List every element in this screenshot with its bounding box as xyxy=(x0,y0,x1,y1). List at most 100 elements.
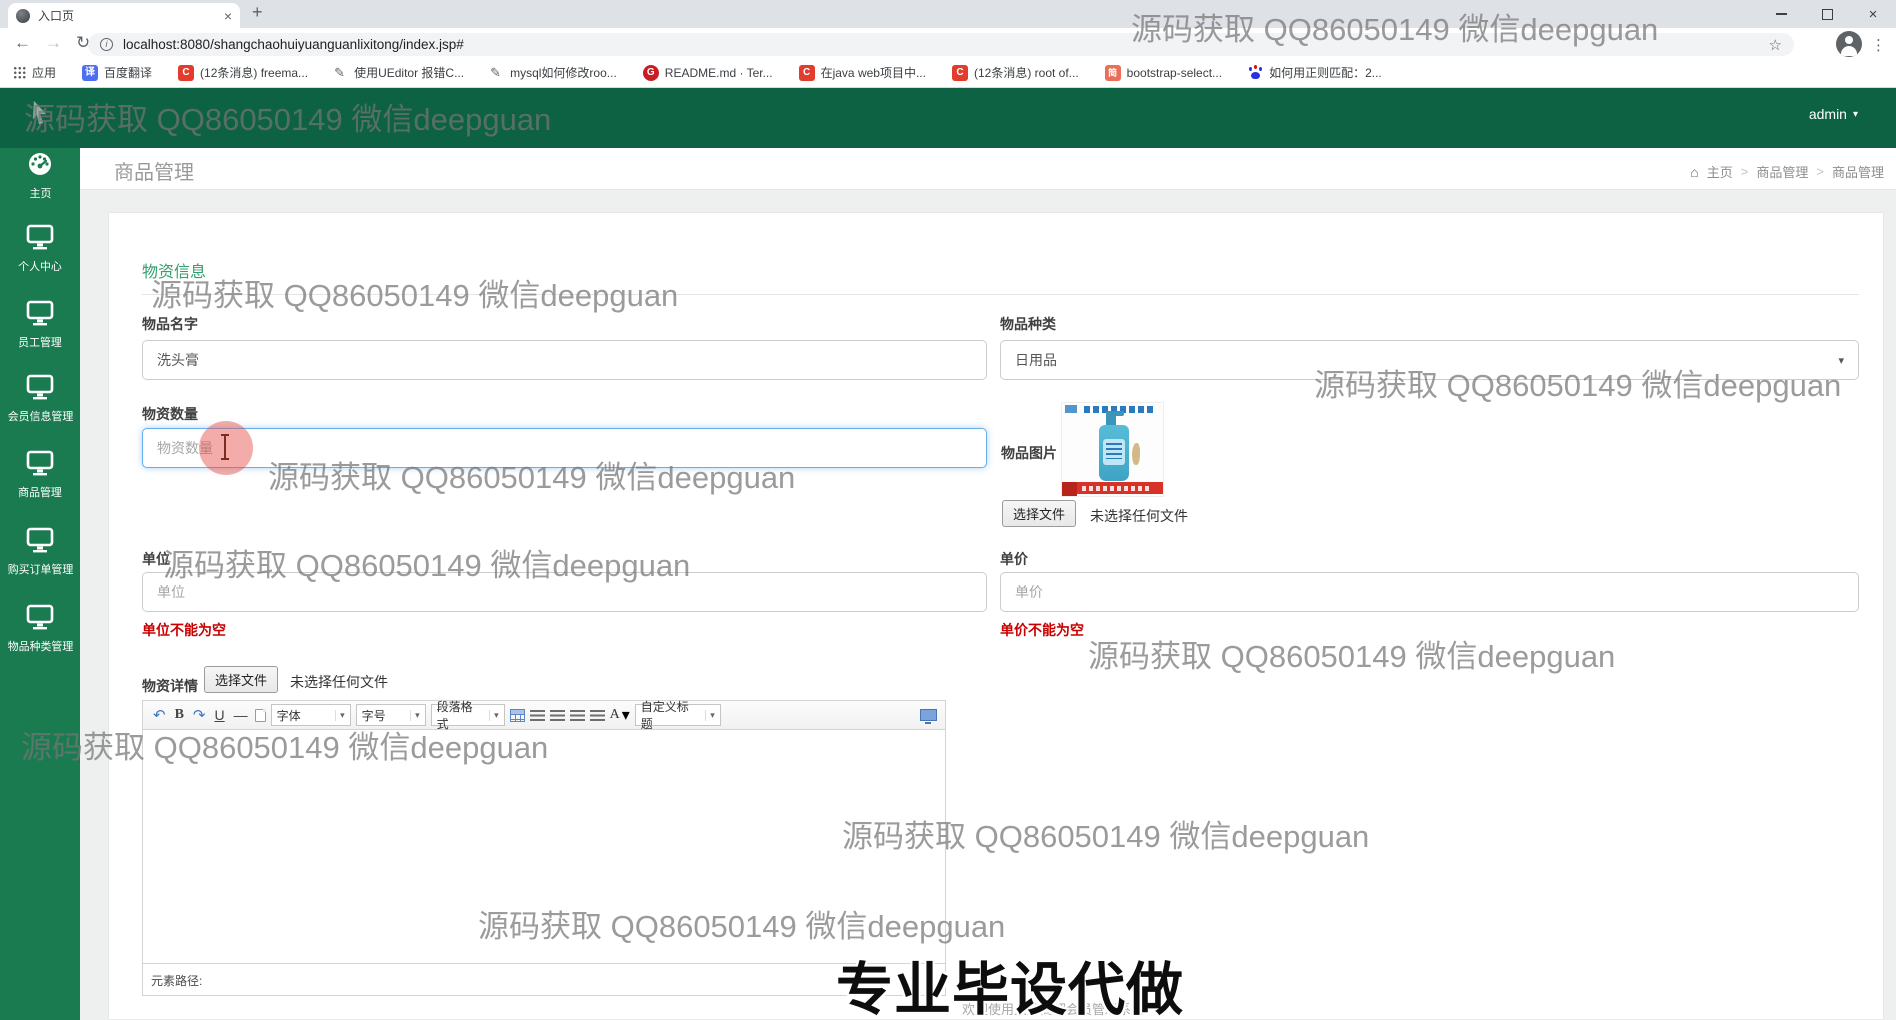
item-image-label: 物品图片 xyxy=(1001,445,1057,461)
window-minimize-icon[interactable] xyxy=(1758,0,1804,28)
font-family-dropdown[interactable]: 字体 ▾ xyxy=(270,704,351,726)
bookmark-label: bootstrap-select... xyxy=(1126,65,1223,80)
item-type-select[interactable]: 日用品 ▾ xyxy=(1000,340,1859,380)
font-color-button[interactable]: A ▾ xyxy=(610,705,630,725)
csdn-icon: C xyxy=(178,64,195,81)
price-input[interactable] xyxy=(1000,572,1859,612)
breadcrumb-current: 商品管理 xyxy=(1831,165,1884,180)
unit-input[interactable] xyxy=(142,572,987,612)
bookmark-item[interactable]: 简 bootstrap-select... xyxy=(1104,64,1223,81)
breadcrumb-section[interactable]: 商品管理 xyxy=(1756,162,1808,181)
bookmark-label: (12条消息) root of... xyxy=(973,66,1079,80)
url-text[interactable]: localhost:8080/shangchaohuiyuanguanlixit… xyxy=(123,37,1759,52)
custom-title-label: 自定义标题 xyxy=(640,700,689,731)
user-menu[interactable]: admin ▾ xyxy=(1809,106,1858,122)
item-name-input[interactable] xyxy=(142,340,987,380)
apps-grid-icon xyxy=(14,66,26,79)
fullscreen-icon[interactable] xyxy=(920,709,937,724)
price-label: 单价 xyxy=(1000,551,1028,567)
bookmark-label: 使用UEditor 报错C... xyxy=(354,66,465,80)
tab-close-icon[interactable]: × xyxy=(224,9,232,23)
bold-icon[interactable]: B xyxy=(173,707,186,723)
paragraph-format-label: 段落格式 xyxy=(436,700,473,731)
sidebar-item-label: 个人中心 xyxy=(18,261,62,273)
insert-table-icon[interactable] xyxy=(509,708,525,722)
monitor-icon xyxy=(26,374,54,400)
chevron-down-icon: ▾ xyxy=(1852,108,1858,120)
browser-menu-icon[interactable]: ⋮ xyxy=(1871,36,1886,54)
window-close-icon[interactable]: × xyxy=(1850,0,1896,28)
sidebar-item-label: 主页 xyxy=(29,188,51,200)
ad-overlay-text: 专业毕设代做 xyxy=(836,958,1184,1020)
bookmark-item[interactable]: C (12条消息) root of... xyxy=(951,64,1079,81)
window-restore-icon[interactable] xyxy=(1804,0,1850,28)
align-center-icon[interactable] xyxy=(569,709,585,721)
detail-file-button[interactable]: 选择文件 xyxy=(204,666,279,693)
profile-avatar[interactable] xyxy=(1836,31,1862,57)
editor-content-area[interactable] xyxy=(143,730,945,963)
align-justify-icon[interactable] xyxy=(589,709,605,721)
browser-tab[interactable]: 入口页 × xyxy=(8,3,240,28)
forward-icon[interactable]: → xyxy=(45,33,62,53)
bookmark-item[interactable]: 译 百度翻译 xyxy=(82,64,152,81)
underline-icon[interactable]: U xyxy=(213,707,227,723)
custom-title-dropdown[interactable]: 自定义标题 ▾ xyxy=(634,700,721,731)
horizontal-rule-icon[interactable]: — xyxy=(232,707,250,723)
sidebar-item-products[interactable]: 商品管理 xyxy=(0,450,80,500)
sidebar xyxy=(0,148,80,1020)
bookmark-item[interactable]: C 在java web项目中... xyxy=(798,64,926,81)
fieldset-divider xyxy=(142,294,1859,295)
undo-icon[interactable]: ↶ xyxy=(151,707,168,724)
bookmark-label: 应用 xyxy=(32,66,57,80)
pen-icon: ✎ xyxy=(334,64,345,80)
bookmark-label: README.md · Ter... xyxy=(664,65,773,80)
breadcrumb-separator: > xyxy=(1816,164,1824,179)
bookmark-star-icon[interactable]: ☆ xyxy=(1769,36,1782,54)
item-type-label: 物品种类 xyxy=(1000,316,1056,332)
text-cursor-icon xyxy=(221,434,229,460)
item-type-value: 日用品 xyxy=(1015,352,1057,368)
chevron-down-icon: ▾ xyxy=(1838,354,1844,367)
bookmark-item[interactable]: C (12条消息) freema... xyxy=(178,64,308,81)
align-left-icon[interactable] xyxy=(529,709,545,721)
sidebar-item-staff[interactable]: 员工管理 xyxy=(0,300,80,350)
bookmark-apps[interactable]: 应用 xyxy=(14,64,56,81)
bookmark-item[interactable]: ✎ 使用UEditor 报错C... xyxy=(334,64,464,81)
sidebar-item-orders[interactable]: 购买订单管理 xyxy=(0,527,80,577)
new-document-icon[interactable] xyxy=(254,708,266,722)
bookmark-item[interactable]: ✎ mysql如何修改roo... xyxy=(490,64,617,81)
sidebar-item-profile[interactable]: 个人中心 xyxy=(0,224,80,274)
url-omnibox[interactable]: i localhost:8080/shangchaohuiyuanguanlix… xyxy=(88,33,1794,56)
bookmark-item[interactable]: G README.md · Ter... xyxy=(642,64,773,81)
home-icon: ⌂ xyxy=(1690,163,1699,180)
back-icon[interactable]: ← xyxy=(14,33,31,53)
paragraph-format-dropdown[interactable]: 段落格式 ▾ xyxy=(430,700,505,731)
quantity-input[interactable] xyxy=(142,428,987,468)
bookmark-item[interactable]: 如何用正则匹配：2... xyxy=(1248,64,1382,81)
sidebar-item-members[interactable]: 会员信息管理 xyxy=(0,374,80,424)
click-marker xyxy=(199,421,253,475)
fieldset-legend: 物资信息 xyxy=(142,264,207,281)
rich-text-editor: ↶ B ↷ U — 字体 ▾ 字号 ▾ 段落格式 ▾ A ▾ 自定义标题 ▾ 元… xyxy=(142,700,946,996)
sidebar-item-home[interactable]: 主页 xyxy=(0,150,80,201)
item-name-label: 物品名字 xyxy=(142,316,198,332)
dashboard-icon xyxy=(29,153,51,175)
element-path-label: 元素路径: xyxy=(151,974,203,988)
align-right-icon[interactable] xyxy=(549,709,565,721)
monitor-icon xyxy=(26,450,54,476)
window-controls: × xyxy=(1758,0,1896,28)
site-info-icon[interactable]: i xyxy=(100,38,113,51)
chevron-down-icon: ▾ xyxy=(705,709,715,721)
new-tab-button[interactable]: + xyxy=(252,2,263,23)
image-file-button[interactable]: 选择文件 xyxy=(1002,500,1077,527)
jianshu-icon: 简 xyxy=(1104,64,1121,81)
font-family-label: 字体 xyxy=(276,708,301,723)
font-size-dropdown[interactable]: 字号 ▾ xyxy=(355,704,426,726)
sidebar-item-categories[interactable]: 物品种类管理 xyxy=(0,604,80,654)
editor-footer: 元素路径: xyxy=(143,963,945,997)
app-header xyxy=(0,88,1896,148)
csdn-icon: C xyxy=(951,64,968,81)
breadcrumb-home[interactable]: 主页 xyxy=(1707,162,1733,181)
screen: 入口页 × + × ← → ↻ i localhost:8080/shangch… xyxy=(0,0,1896,1020)
redo-icon[interactable]: ↷ xyxy=(191,707,208,724)
